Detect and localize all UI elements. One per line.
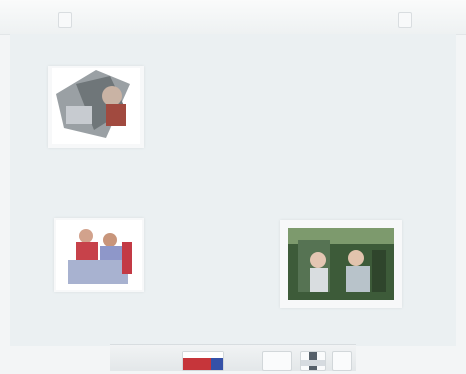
photo-thumbnail-3[interactable]	[280, 220, 402, 308]
dock-item-3-icon[interactable]	[300, 351, 326, 371]
canvas-area	[10, 34, 456, 346]
dock-item-1-icon[interactable]	[182, 351, 224, 371]
photo-2-image	[56, 220, 142, 290]
photo-3-image	[288, 228, 394, 300]
top-toolbar	[0, 0, 466, 35]
dock-item-2-icon[interactable]	[262, 351, 292, 371]
photo-thumbnail-2[interactable]	[54, 218, 144, 292]
photo-1-image	[52, 68, 140, 144]
tab-left-icon[interactable]	[58, 12, 72, 28]
tab-right-icon[interactable]	[398, 12, 412, 28]
dock-item-4-icon[interactable]	[332, 351, 352, 371]
bottom-dock	[110, 344, 356, 371]
photo-thumbnail-1[interactable]	[48, 66, 144, 148]
